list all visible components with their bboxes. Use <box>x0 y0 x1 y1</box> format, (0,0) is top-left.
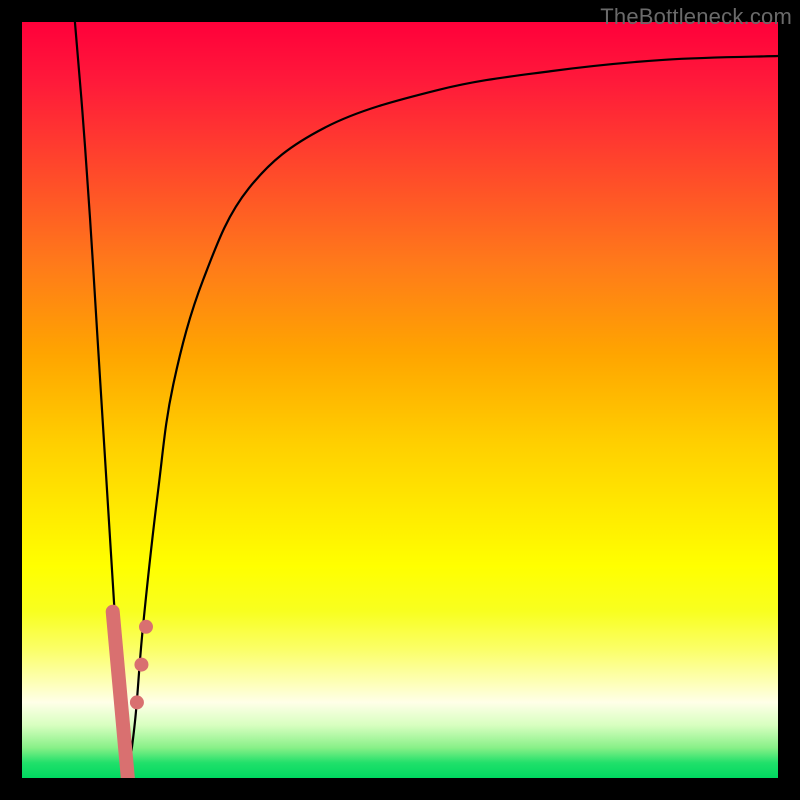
plot-area <box>22 22 778 778</box>
chart-svg <box>22 22 778 778</box>
right-curve <box>128 56 778 778</box>
marker-dot <box>139 620 153 634</box>
marker-dot <box>130 695 144 709</box>
marker-dot <box>134 658 148 672</box>
marker-stroke-left <box>113 612 128 778</box>
watermark-text: TheBottleneck.com <box>600 4 792 30</box>
chart-frame: TheBottleneck.com <box>0 0 800 800</box>
